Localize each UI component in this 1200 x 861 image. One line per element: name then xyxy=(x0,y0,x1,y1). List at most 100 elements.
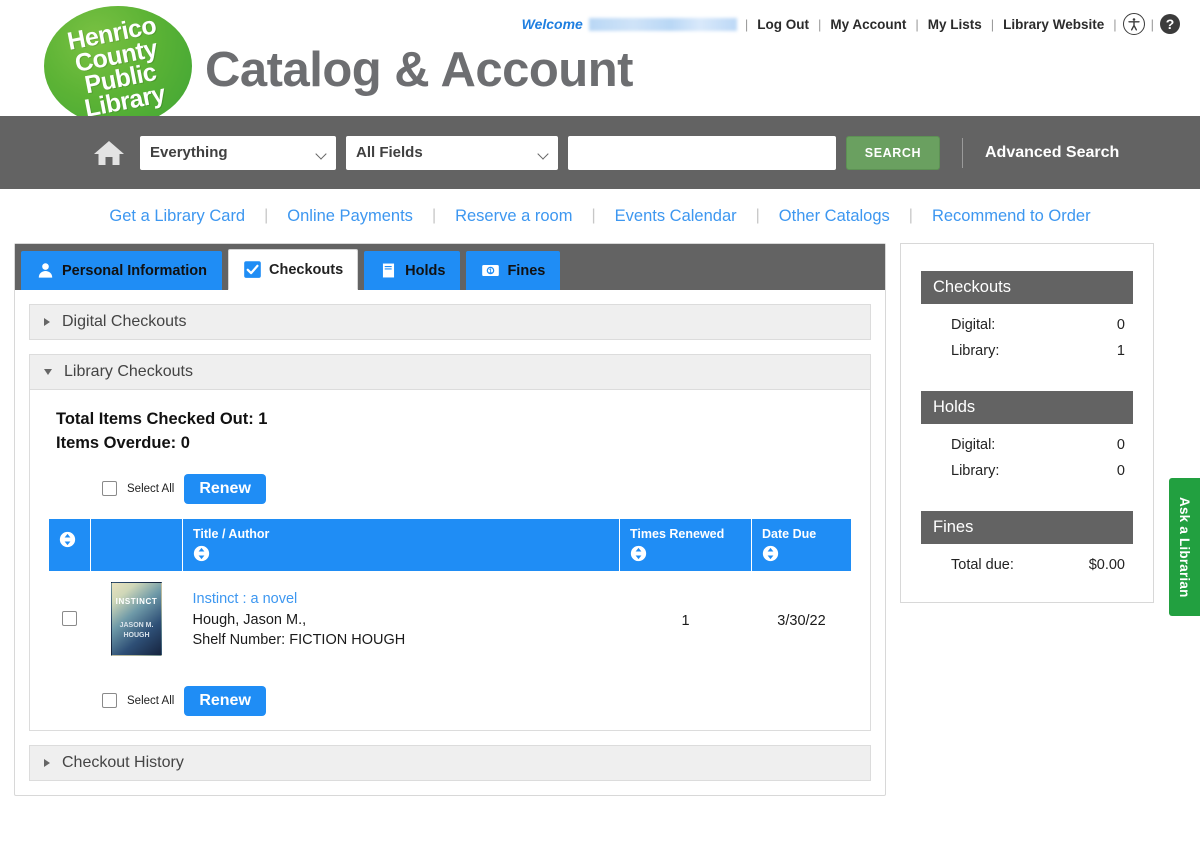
sort-icon xyxy=(630,545,647,561)
quicklink-recommend-to-order[interactable]: Recommend to Order xyxy=(913,207,1110,226)
tab-fines[interactable]: 1 Fines xyxy=(466,251,561,290)
ask-a-librarian-label: Ask a Librarian xyxy=(1177,496,1192,598)
select-all-checkbox-top[interactable] xyxy=(102,481,117,497)
sidebar-row-holds-digital: Digital: 0 xyxy=(921,432,1133,458)
nav-link-my-account[interactable]: My Account xyxy=(821,17,915,32)
table-header-row: Title / Author Times Renewed Date Due xyxy=(48,517,852,572)
row-label: Total due: xyxy=(951,556,1014,573)
sidebar-row-checkouts-library: Library: 1 xyxy=(921,338,1133,364)
chevron-down-icon xyxy=(44,369,52,375)
account-tabs: Personal Information Checkouts Holds 1 F… xyxy=(15,244,885,290)
sidebar-row-holds-library: Library: 0 xyxy=(921,458,1133,484)
ask-a-librarian-tab[interactable]: Ask a Librarian xyxy=(1169,478,1200,616)
table-row: INSTINCT JASON M. HOUGH Instinct : a nov… xyxy=(49,571,852,670)
item-title-link[interactable]: Instinct : a novel xyxy=(193,591,610,607)
column-header-title-author[interactable]: Title / Author xyxy=(182,517,620,572)
tab-holds[interactable]: Holds xyxy=(364,251,461,290)
nav-link-my-lists[interactable]: My Lists xyxy=(919,17,991,32)
book-icon xyxy=(379,261,398,280)
column-label: Title / Author xyxy=(193,526,270,541)
tab-label: Fines xyxy=(507,262,546,279)
page-title: Catalog & Account xyxy=(205,43,633,97)
search-field-wrap: All Fields xyxy=(346,135,558,170)
select-all-checkbox-bottom[interactable] xyxy=(102,693,117,709)
accessibility-icon[interactable] xyxy=(1122,13,1145,35)
select-all-label: Select All xyxy=(127,694,175,707)
quick-links-row: Get a Library Card | Online Payments | R… xyxy=(0,189,1200,243)
row-label: Digital: xyxy=(951,317,996,333)
column-header-cover xyxy=(90,517,183,572)
library-checkouts-panel: Total Items Checked Out: 1 Items Overdue… xyxy=(29,390,871,731)
row-value: $0.00 xyxy=(1088,556,1125,573)
item-shelf-number: Shelf Number: FICTION HOUGH xyxy=(192,631,406,648)
book-cover-image[interactable]: INSTINCT JASON M. HOUGH xyxy=(111,581,162,656)
page-root: Henrico County Public Library Catalog & … xyxy=(0,0,1200,861)
money-icon: 1 xyxy=(481,261,500,280)
sidebar-row-fines-total-due: Total due: $0.00 xyxy=(921,552,1133,578)
chevron-right-icon xyxy=(44,318,50,326)
top-navigation: Welcome | Log Out | My Account | My List… xyxy=(522,13,1186,35)
sort-icon xyxy=(762,545,779,561)
nav-link-log-out[interactable]: Log Out xyxy=(748,17,818,32)
accordion-library-checkouts[interactable]: Library Checkouts xyxy=(29,354,871,390)
cover-author-line-1: JASON M. xyxy=(119,621,154,629)
column-label: Date Due xyxy=(762,526,817,541)
welcome-username-redacted xyxy=(588,17,737,31)
search-bar: Everything All Fields SEARCH Advanced Se… xyxy=(0,116,1200,189)
accordion-checkout-history[interactable]: Checkout History xyxy=(29,744,871,781)
help-icon[interactable]: ? xyxy=(1160,14,1180,34)
cover-author-line-2: HOUGH xyxy=(123,632,150,640)
divider xyxy=(962,137,963,168)
checkout-totals: Total Items Checked Out: 1 Items Overdue… xyxy=(30,408,870,456)
renew-button-top[interactable]: Renew xyxy=(184,473,266,504)
nav-separator: | xyxy=(1113,16,1117,32)
renew-button-bottom[interactable]: Renew xyxy=(184,685,266,716)
tab-label: Holds xyxy=(405,262,446,279)
home-icon[interactable] xyxy=(92,138,126,168)
tab-checkouts[interactable]: Checkouts xyxy=(228,249,359,290)
checkbox-checked-icon xyxy=(243,260,262,279)
column-header-times-renewed[interactable]: Times Renewed xyxy=(619,517,752,572)
account-panel: Personal Information Checkouts Holds 1 F… xyxy=(14,243,886,796)
advanced-search-link[interactable]: Advanced Search xyxy=(985,144,1119,162)
row-value: 1 xyxy=(1116,343,1125,360)
chevron-right-icon xyxy=(44,758,50,767)
sidebar-heading-fines: Fines xyxy=(921,510,1133,544)
user-icon xyxy=(36,261,55,280)
row-title-author-cell: Instinct : a novel Hough, Jason M., Shel… xyxy=(183,571,620,670)
nav-separator: | xyxy=(1150,16,1154,32)
sidebar-row-checkouts-digital: Digital: 0 xyxy=(921,312,1133,338)
quicklink-get-a-library-card[interactable]: Get a Library Card xyxy=(90,207,264,226)
account-summary-sidebar: Checkouts Digital: 0 Library: 1 Holds Di… xyxy=(900,243,1154,604)
search-input[interactable] xyxy=(568,135,836,170)
row-value: 0 xyxy=(1116,317,1125,333)
accordion-label: Digital Checkouts xyxy=(62,313,187,330)
search-button[interactable]: SEARCH xyxy=(846,135,940,170)
cover-author: JASON M. HOUGH xyxy=(112,621,161,642)
quicklink-events-calendar[interactable]: Events Calendar xyxy=(596,207,756,226)
row-times-renewed: 1 xyxy=(681,612,690,629)
accordion-digital-checkouts[interactable]: Digital Checkouts xyxy=(29,304,871,340)
library-logo[interactable]: Henrico County Public Library xyxy=(44,6,192,126)
quicklink-other-catalogs[interactable]: Other Catalogs xyxy=(760,207,909,226)
column-header-select[interactable] xyxy=(48,517,91,572)
accordion-label: Checkout History xyxy=(62,753,184,771)
sidebar-heading-holds: Holds xyxy=(921,390,1133,424)
renew-controls-top: Select All Renew xyxy=(30,456,870,504)
column-label: Times Renewed xyxy=(630,526,725,541)
svg-text:1: 1 xyxy=(489,268,493,275)
search-scope-select[interactable]: Everything xyxy=(140,135,336,170)
tab-personal-information[interactable]: Personal Information xyxy=(21,251,223,290)
quicklink-reserve-a-room[interactable]: Reserve a room xyxy=(436,207,591,226)
item-author: Hough, Jason M., xyxy=(192,612,307,629)
nav-link-library-website[interactable]: Library Website xyxy=(994,17,1113,32)
column-header-date-due[interactable]: Date Due xyxy=(751,517,852,572)
search-field-select[interactable]: All Fields xyxy=(346,135,558,170)
row-date-due: 3/30/22 xyxy=(777,612,826,629)
quicklink-online-payments[interactable]: Online Payments xyxy=(268,207,432,226)
sort-icon xyxy=(59,531,76,547)
row-label: Library: xyxy=(951,463,1000,480)
row-checkbox[interactable] xyxy=(62,611,77,627)
